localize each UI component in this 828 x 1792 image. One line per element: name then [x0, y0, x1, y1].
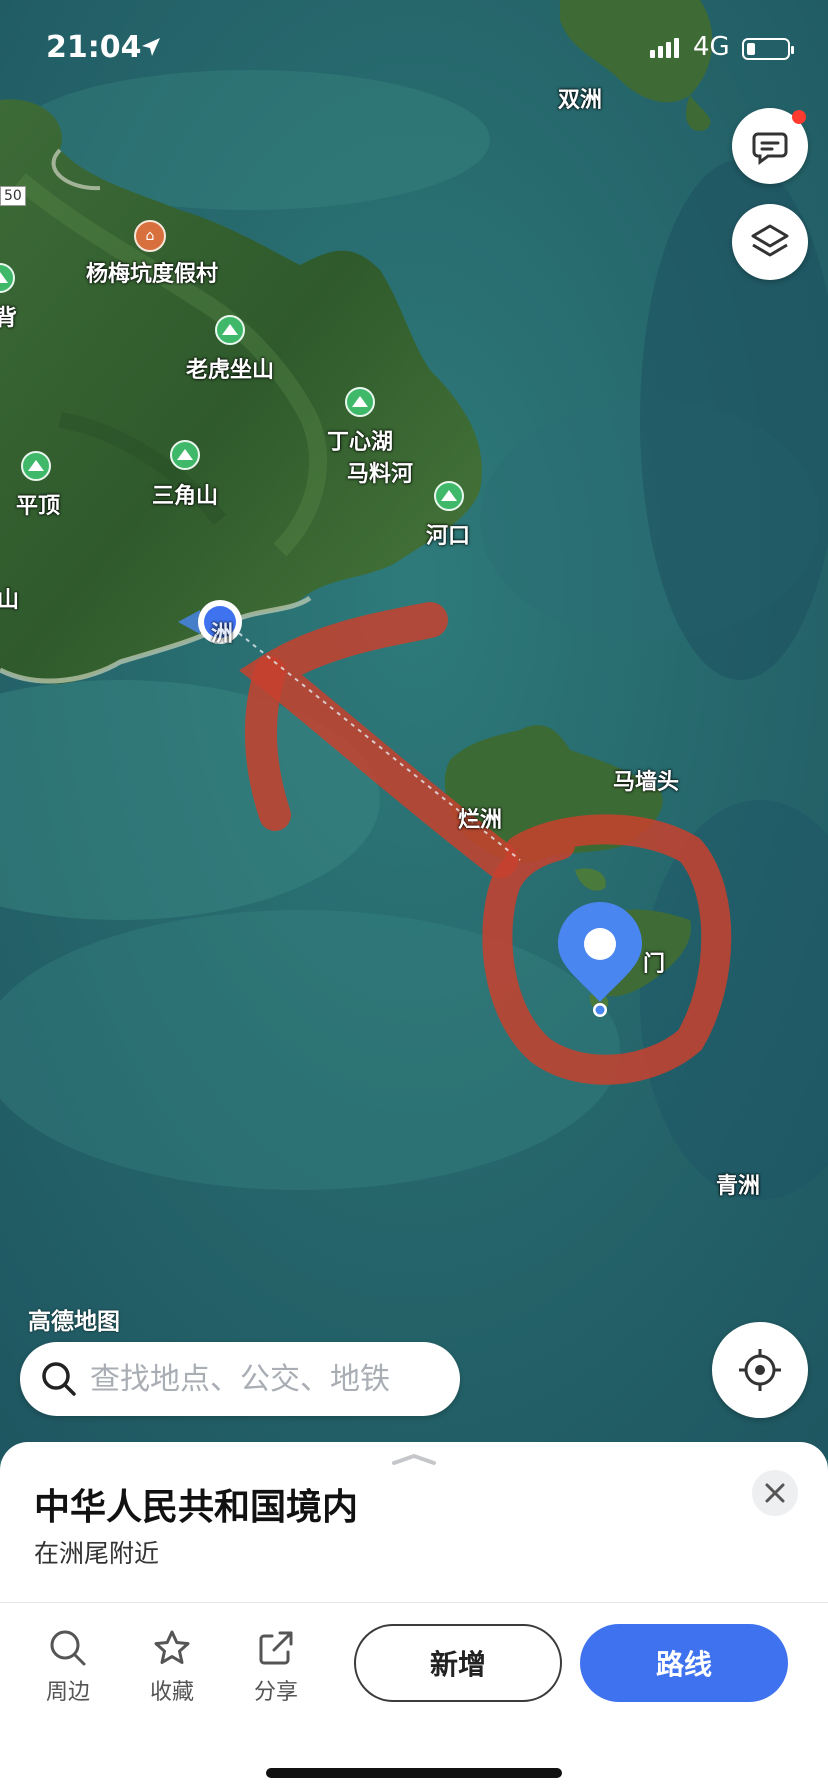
star-icon	[154, 1630, 190, 1664]
map-label-obscured: 洲	[210, 622, 234, 647]
route-button[interactable]: 路线	[580, 1624, 788, 1702]
map-label-dingxinhu[interactable]: 丁心湖	[327, 424, 393, 456]
messages-button[interactable]	[732, 108, 808, 184]
favorite-label: 收藏	[149, 1680, 194, 1705]
battery-icon	[742, 38, 794, 60]
sheet-divider	[0, 1602, 828, 1603]
notification-dot	[792, 110, 806, 124]
map-label-sanjiaoshan[interactable]: 三角山	[152, 478, 218, 510]
crosshair-icon	[739, 1349, 781, 1391]
close-icon	[765, 1483, 785, 1503]
resort-icon[interactable]: ⌂	[134, 220, 166, 252]
map-label-shan[interactable]: 山	[0, 582, 19, 614]
status-time: 21:04	[46, 30, 142, 65]
map-label-men[interactable]: 门	[643, 946, 665, 978]
locate-me-button[interactable]	[712, 1322, 808, 1418]
selected-location-pin-icon[interactable]	[556, 900, 644, 1018]
map-label-lanzhou[interactable]: 烂洲	[458, 802, 502, 834]
place-subtitle: 在洲尾附近	[34, 1539, 160, 1568]
satellite-map-imagery	[0, 0, 828, 1460]
map-label-pingding[interactable]: 平顶	[16, 488, 60, 520]
network-type: 4G	[693, 32, 730, 62]
map-label-bei[interactable]: 背	[0, 300, 17, 332]
status-bar: 21:04 4G	[0, 0, 828, 100]
chat-bubble-icon	[752, 132, 788, 165]
map-label-yangmeikeng[interactable]: 杨梅坑度假村	[86, 256, 218, 288]
nearby-label: 周边	[45, 1680, 90, 1705]
search-icon	[50, 1630, 86, 1666]
add-button[interactable]: 新增	[354, 1624, 562, 1702]
map-label-hekou[interactable]: 河口	[426, 518, 470, 550]
place-detail-sheet: 中华人民共和国境内 在洲尾附近 周边 收藏 分享 新增 路线	[0, 1442, 828, 1792]
map-label-laohuzuo[interactable]: 老虎坐山	[186, 352, 274, 384]
close-button[interactable]	[752, 1470, 798, 1516]
map-label-qingzhou[interactable]: 青洲	[716, 1168, 760, 1200]
signal-strength-icon	[650, 38, 679, 58]
sheet-expand-chevron-icon[interactable]	[390, 1452, 438, 1466]
map-layers-button[interactable]	[732, 204, 808, 280]
layers-icon	[751, 224, 789, 257]
share-button[interactable]: 分享	[236, 1628, 316, 1706]
location-services-icon	[142, 38, 160, 56]
road-number-badge: 50	[0, 186, 26, 206]
nearby-button[interactable]: 周边	[28, 1628, 108, 1706]
search-input[interactable]	[90, 1361, 450, 1397]
share-label: 分享	[253, 1680, 298, 1705]
mountain-icon[interactable]	[434, 481, 464, 511]
mountain-icon[interactable]	[21, 451, 51, 481]
home-indicator[interactable]	[266, 1768, 562, 1778]
place-title: 中华人民共和国境内	[34, 1487, 359, 1528]
map-view[interactable]: 双洲 ⌂ 杨梅坑度假村 老虎坐山 丁心湖 马料河 三角山 平顶 河口 背 山 5…	[0, 0, 828, 1460]
mountain-icon[interactable]	[345, 387, 375, 417]
map-label-maqiangtou[interactable]: 马墙头	[613, 764, 679, 796]
search-icon	[42, 1362, 76, 1396]
search-bar[interactable]	[20, 1342, 460, 1416]
share-icon	[259, 1631, 293, 1665]
mountain-icon[interactable]	[170, 440, 200, 470]
annotation-arrow-head	[244, 656, 291, 831]
map-label-maliaohe[interactable]: 马料河	[347, 456, 413, 488]
mountain-icon[interactable]	[215, 315, 245, 345]
favorite-button[interactable]: 收藏	[132, 1628, 212, 1706]
map-watermark: 高德地图	[28, 1309, 120, 1335]
